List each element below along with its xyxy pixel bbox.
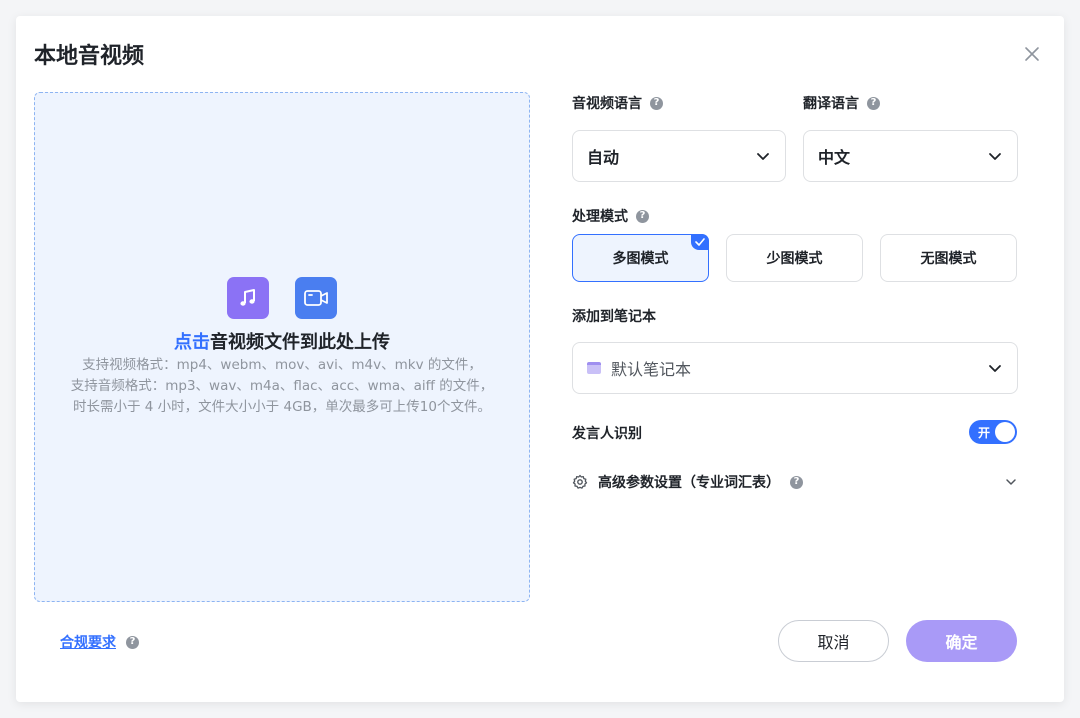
translate-language-label: 翻译语言 ? <box>803 93 880 113</box>
upload-icons <box>35 277 529 319</box>
upload-instruction: 点击音视频文件到此处上传 <box>35 328 529 354</box>
advanced-settings[interactable]: 高级参数设置（专业词汇表） ? <box>572 470 1018 494</box>
help-icon[interactable]: ? <box>867 96 880 110</box>
upload-desc-line: 支持音频格式：mp3、wav、m4a、flac、acc、wma、aiff 的文件… <box>70 378 494 394</box>
mode-label-text: 处理模式 <box>572 209 628 225</box>
chevron-down-icon <box>757 153 769 160</box>
upload-click-link[interactable]: 点击 <box>174 332 210 353</box>
help-icon[interactable]: ? <box>636 209 649 223</box>
chevron-down-icon <box>1006 479 1016 485</box>
mode-option-label: 少图模式 <box>766 251 823 267</box>
upload-main-text: 音视频文件到此处上传 <box>210 332 390 353</box>
audio-language-value: 自动 <box>587 148 620 167</box>
confirm-button[interactable]: 确定 <box>906 620 1017 662</box>
chevron-down-icon <box>989 153 1001 160</box>
video-file-icon <box>295 277 337 319</box>
notebook-icon <box>587 362 601 374</box>
help-icon[interactable]: ? <box>126 635 139 649</box>
toggle-text: 开 <box>978 426 991 440</box>
advanced-settings-left: 高级参数设置（专业词汇表） ? <box>572 472 803 492</box>
upload-dropzone[interactable]: 点击音视频文件到此处上传 支持视频格式：mp4、webm、mov、avi、m4v… <box>34 92 530 602</box>
translate-language-label-text: 翻译语言 <box>803 96 859 112</box>
compliance-link[interactable]: 合规要求 <box>60 632 116 652</box>
translate-language-value: 中文 <box>818 148 851 167</box>
notebook-value: 默认笔记本 <box>611 360 692 379</box>
mode-option-label: 无图模式 <box>920 251 977 267</box>
toggle-knob <box>995 422 1015 442</box>
audio-language-select[interactable]: 自动 <box>572 130 786 182</box>
upload-dialog: 本地音视频 点击音视频文件到此处上传 支持视频格式：mp4、webm、mov、a… <box>16 16 1064 702</box>
speaker-label: 发言人识别 <box>572 423 642 443</box>
audio-language-label: 音视频语言 ? <box>572 93 663 113</box>
check-icon <box>691 234 709 250</box>
music-file-icon <box>227 277 269 319</box>
cancel-button[interactable]: 取消 <box>778 620 889 662</box>
mode-option-multi-image[interactable]: 多图模式 <box>572 234 709 282</box>
advanced-settings-label: 高级参数设置（专业词汇表） <box>598 475 780 491</box>
notebook-label: 添加到笔记本 <box>572 306 656 326</box>
mode-option-no-image[interactable]: 无图模式 <box>880 234 1017 282</box>
chevron-down-icon <box>989 365 1001 372</box>
dialog-title: 本地音视频 <box>34 44 145 69</box>
notebook-value-wrap: 默认笔记本 <box>587 356 691 380</box>
upload-desc-line: 支持视频格式：mp4、webm、mov、avi、m4v、mkv 的文件， <box>82 357 482 373</box>
gear-icon <box>572 474 588 489</box>
mode-option-few-image[interactable]: 少图模式 <box>726 234 863 282</box>
translate-language-select[interactable]: 中文 <box>803 130 1018 182</box>
speaker-toggle[interactable]: 开 <box>969 420 1017 444</box>
upload-description: 支持视频格式：mp4、webm、mov、avi、m4v、mkv 的文件， 支持音… <box>35 355 529 418</box>
compliance: 合规要求 ? <box>60 632 139 652</box>
help-icon[interactable]: ? <box>650 96 663 110</box>
audio-language-label-text: 音视频语言 <box>572 96 642 112</box>
help-icon[interactable]: ? <box>790 475 803 489</box>
notebook-label-text: 添加到笔记本 <box>572 309 656 325</box>
mode-option-label: 多图模式 <box>612 251 669 267</box>
notebook-select[interactable]: 默认笔记本 <box>572 342 1018 394</box>
upload-desc-line: 时长需小于 4 小时，文件大小小于 4GB，单次最多可上传10个文件。 <box>73 399 491 415</box>
mode-label: 处理模式 ? <box>572 206 649 226</box>
close-icon[interactable] <box>1022 44 1042 64</box>
speaker-label-text: 发言人识别 <box>572 426 642 442</box>
